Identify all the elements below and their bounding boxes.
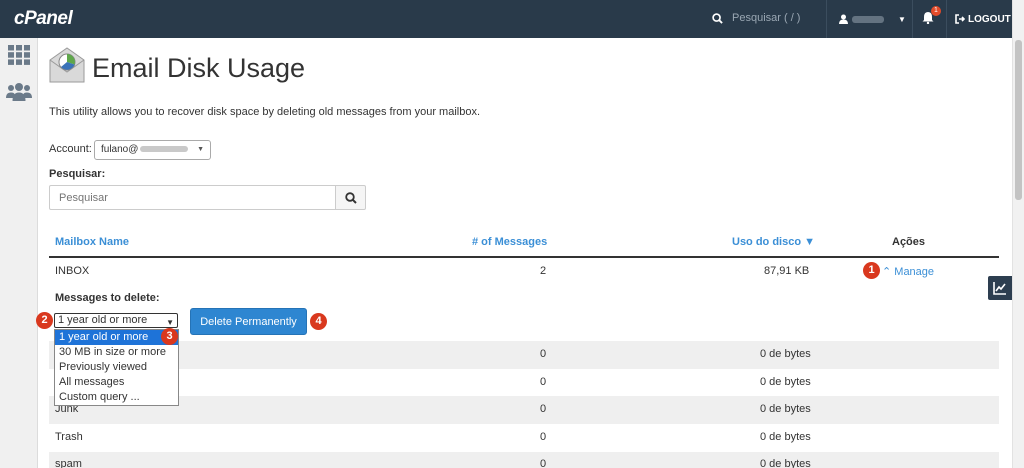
chevron-up-icon: ⌃ xyxy=(882,266,892,278)
column-header-messages[interactable]: # of Messages xyxy=(472,236,547,248)
global-search[interactable]: Pesquisar ( / ) xyxy=(712,12,800,24)
annotation-badge-2: 2 xyxy=(36,312,53,329)
messages-to-delete-select[interactable]: 1 year old or more ▼ xyxy=(54,313,178,328)
inbox-disk-usage: 87,91 KB xyxy=(764,265,810,277)
manage-link[interactable]: ⌃ Manage xyxy=(882,265,934,278)
apps-grid-icon[interactable] xyxy=(8,45,30,65)
disk-usage: 0 de bytes xyxy=(760,348,811,360)
page-scrollbar[interactable] xyxy=(1012,0,1024,468)
main-content: Email Disk Usage This utility allows you… xyxy=(36,38,1012,468)
option-previously-viewed[interactable]: Previously viewed xyxy=(55,360,178,375)
option-custom-query[interactable]: Custom query ... xyxy=(55,390,178,405)
stats-toggle-button[interactable] xyxy=(988,276,1012,300)
account-value: fulano@ xyxy=(101,144,139,155)
search-icon xyxy=(712,12,723,24)
disk-usage: 0 de bytes xyxy=(760,403,811,415)
message-count: 0 xyxy=(540,431,547,443)
left-sidebar xyxy=(0,38,38,468)
table-row: 0 0 de bytes xyxy=(49,341,999,369)
username-redacted xyxy=(852,15,884,23)
messages-to-delete-label: Messages to delete: xyxy=(55,292,160,304)
disk-usage: 0 de bytes xyxy=(760,431,811,443)
email-disk-usage-icon xyxy=(49,47,85,83)
logout-label: LOGOUT xyxy=(968,13,1011,25)
table-row: spam 0 0 de bytes xyxy=(49,452,999,468)
users-group-icon[interactable] xyxy=(6,82,32,102)
mailbox-name-inbox: INBOX xyxy=(55,265,90,277)
user-icon xyxy=(839,14,848,24)
top-bar: cPanel Pesquisar ( / ) ▼ 1 LOGOUT xyxy=(0,0,1012,38)
option-all-messages[interactable]: All messages xyxy=(55,375,178,390)
account-label: Account: xyxy=(49,143,92,155)
scrollbar-thumb[interactable] xyxy=(1015,40,1022,200)
message-count: 0 xyxy=(540,348,547,360)
messages-to-delete-options: 1 year old or more 30 MB in size or more… xyxy=(54,329,179,406)
annotation-badge-4: 4 xyxy=(310,313,327,330)
message-count: 0 xyxy=(540,403,547,415)
disk-usage: 0 de bytes xyxy=(760,376,811,388)
cpanel-logo[interactable]: cPanel xyxy=(14,8,73,30)
message-count: 0 xyxy=(540,376,547,388)
mailbox-name: Trash xyxy=(55,431,83,443)
notification-badge: 1 xyxy=(931,6,941,16)
table-row: Junk 0 0 de bytes xyxy=(49,396,999,424)
logout-icon xyxy=(955,14,965,24)
mailbox-name: spam xyxy=(55,458,82,468)
search-label: Pesquisar: xyxy=(49,168,106,180)
option-1-year-old[interactable]: 1 year old or more xyxy=(55,330,178,345)
account-domain-redacted xyxy=(140,146,189,153)
search-input[interactable] xyxy=(49,185,336,210)
column-header-disk-usage[interactable]: Uso do disco ▼ xyxy=(732,236,815,248)
manage-label: Manage xyxy=(894,266,935,278)
annotation-badge-1: 1 xyxy=(863,262,880,279)
chevron-down-icon: ▼ xyxy=(898,14,906,24)
table-row: 0 0 de bytes xyxy=(49,369,999,397)
delete-permanently-button[interactable]: Delete Permanently xyxy=(190,308,307,335)
selected-option: 1 year old or more xyxy=(58,314,148,326)
table-header-divider xyxy=(49,256,999,258)
column-header-actions: Ações xyxy=(892,236,926,248)
inbox-message-count: 2 xyxy=(540,265,547,277)
chevron-down-icon: ▼ xyxy=(197,146,204,153)
column-header-mailbox-name[interactable]: Mailbox Name xyxy=(55,236,129,248)
search-button[interactable] xyxy=(335,185,366,210)
search-icon xyxy=(345,192,357,204)
disk-usage: 0 de bytes xyxy=(760,458,811,468)
account-select[interactable]: fulano@ ▼ xyxy=(94,140,211,160)
global-search-placeholder: Pesquisar ( / ) xyxy=(732,12,801,24)
table-row: Trash 0 0 de bytes xyxy=(49,424,999,452)
annotation-badge-3: 3 xyxy=(161,328,178,345)
message-count: 0 xyxy=(540,458,547,468)
chart-line-icon xyxy=(993,282,1006,295)
logout-button[interactable]: LOGOUT xyxy=(946,0,1012,38)
page-description: This utility allows you to recover disk … xyxy=(49,106,481,118)
notifications-button[interactable]: 1 xyxy=(912,0,946,38)
option-30mb-size[interactable]: 30 MB in size or more xyxy=(55,345,178,360)
page-title: Email Disk Usage xyxy=(92,53,306,83)
user-menu[interactable]: ▼ xyxy=(826,0,912,38)
